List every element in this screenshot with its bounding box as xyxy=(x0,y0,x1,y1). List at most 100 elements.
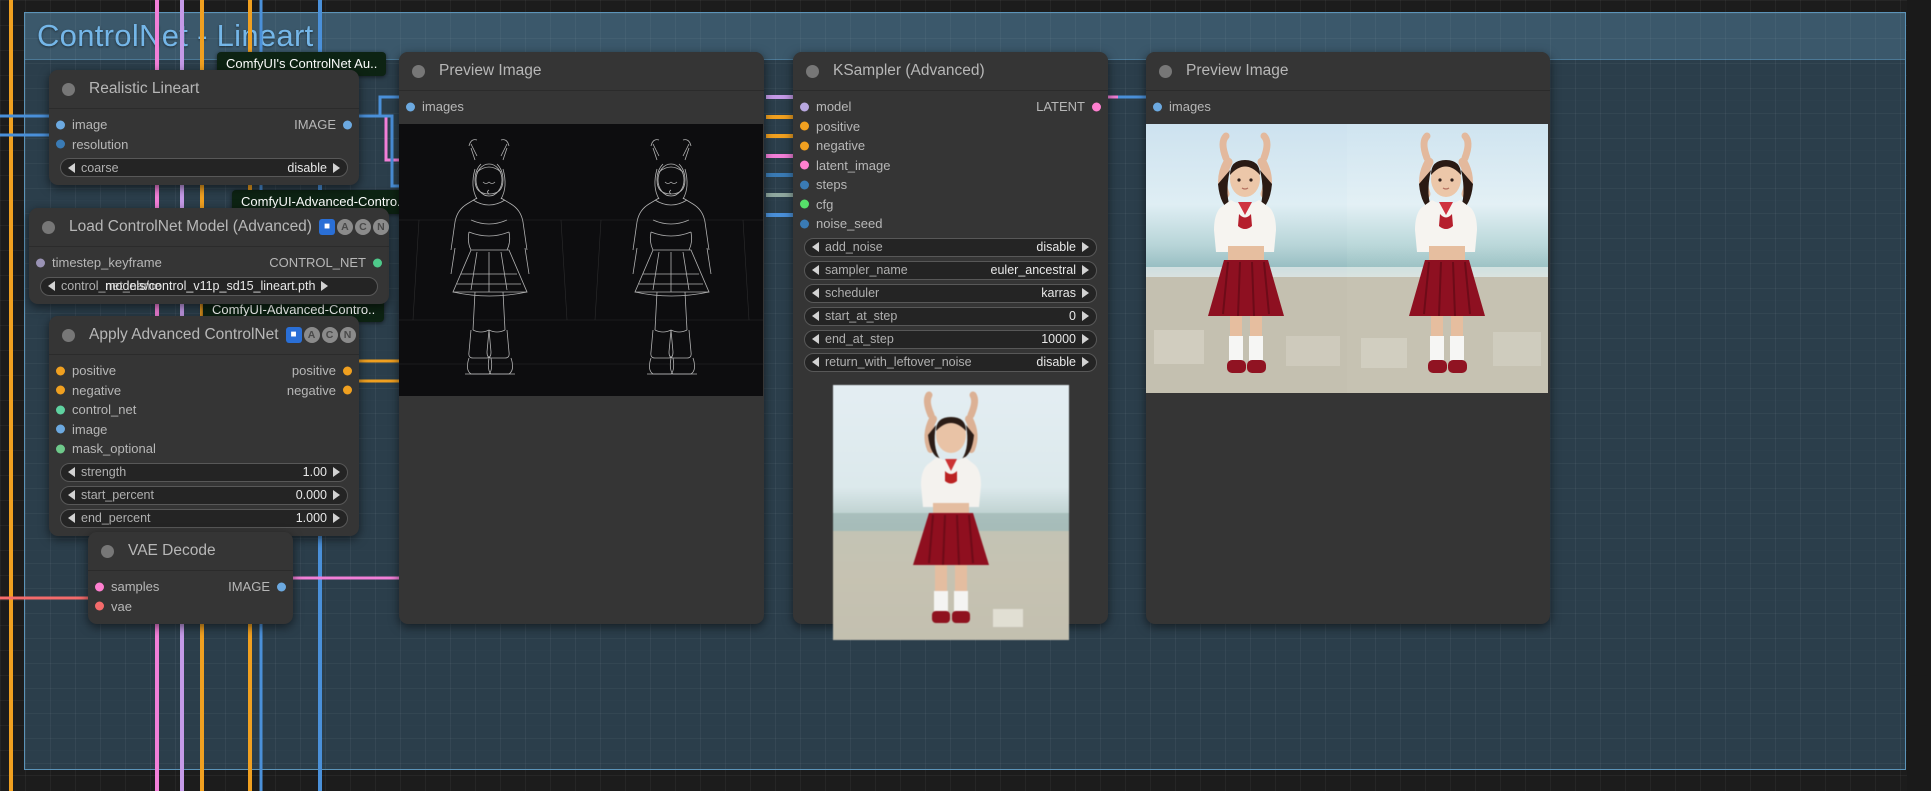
widget-end-percent[interactable]: end_percent 1.000 xyxy=(60,508,348,528)
slot-row[interactable]: resolution xyxy=(49,135,359,155)
graph-canvas[interactable]: ControlNet - Lineart ComfyUI's ControlNe… xyxy=(0,0,1931,791)
increment-arrow-icon[interactable] xyxy=(333,513,340,523)
slot-row[interactable]: steps xyxy=(793,175,1108,195)
input-port-icon[interactable] xyxy=(406,102,415,112)
decrement-arrow-icon[interactable] xyxy=(812,311,819,321)
preview-image-thumb[interactable] xyxy=(399,123,581,396)
collapse-icon[interactable] xyxy=(62,328,75,342)
node-header[interactable]: Load ControlNet Model (Advanced) ■ A C N xyxy=(29,208,389,247)
output-port-icon[interactable] xyxy=(343,385,352,395)
preview-image-strip[interactable] xyxy=(1146,123,1550,393)
increment-arrow-icon[interactable] xyxy=(1082,334,1089,344)
output-port-icon[interactable] xyxy=(1092,102,1101,112)
input-port-icon[interactable] xyxy=(56,405,65,415)
slot-row[interactable]: negative xyxy=(793,136,1108,156)
increment-arrow-icon[interactable] xyxy=(333,467,340,477)
collapse-icon[interactable] xyxy=(101,544,114,558)
node-realistic-lineart[interactable]: Realistic Lineart image IMAGE resolution… xyxy=(49,70,359,185)
widget-start-at-step[interactable]: start_at_step 0 xyxy=(804,306,1097,326)
input-port-icon[interactable] xyxy=(36,258,45,268)
input-port-icon[interactable] xyxy=(800,219,809,229)
collapse-icon[interactable] xyxy=(42,220,55,234)
slot-row[interactable]: images xyxy=(1146,97,1550,117)
widget-start-percent[interactable]: start_percent 0.000 xyxy=(60,485,348,505)
node-preview-image-result[interactable]: Preview Image images xyxy=(1146,52,1550,624)
preview-image-thumb[interactable] xyxy=(1146,123,1347,393)
input-port-icon[interactable] xyxy=(56,366,65,376)
input-port-icon[interactable] xyxy=(800,121,809,131)
decrement-arrow-icon[interactable] xyxy=(68,162,75,173)
input-port-icon[interactable] xyxy=(800,180,809,190)
increment-arrow-icon[interactable] xyxy=(1082,265,1089,275)
slot-row[interactable]: model LATENT xyxy=(793,97,1108,117)
output-port-icon[interactable] xyxy=(373,258,382,268)
node-vae-decode[interactable]: VAE Decode samples IMAGE vae xyxy=(88,532,293,624)
output-port-icon[interactable] xyxy=(343,366,352,376)
node-load-controlnet-model-advanced[interactable]: Load ControlNet Model (Advanced) ■ A C N… xyxy=(29,208,389,304)
decrement-arrow-icon[interactable] xyxy=(812,288,819,298)
input-port-icon[interactable] xyxy=(800,160,809,170)
slot-row[interactable]: mask_optional xyxy=(49,439,359,459)
slot-row[interactable]: samples IMAGE xyxy=(88,577,293,597)
widget-scheduler[interactable]: scheduler karras xyxy=(804,283,1097,303)
input-port-icon[interactable] xyxy=(95,582,104,592)
node-header[interactable]: Preview Image xyxy=(399,52,764,91)
increment-arrow-icon[interactable] xyxy=(1082,357,1089,367)
input-port-icon[interactable] xyxy=(56,424,65,434)
slot-row[interactable]: negative negative xyxy=(49,381,359,401)
decrement-arrow-icon[interactable] xyxy=(812,265,819,275)
collapse-icon[interactable] xyxy=(806,64,819,78)
increment-arrow-icon[interactable] xyxy=(333,162,340,173)
widget-coarse[interactable]: coarse disable xyxy=(60,158,348,177)
decrement-arrow-icon[interactable] xyxy=(68,513,75,523)
slot-row[interactable]: positive xyxy=(793,117,1108,137)
collapse-icon[interactable] xyxy=(1159,64,1172,78)
decrement-arrow-icon[interactable] xyxy=(48,281,55,291)
node-header[interactable]: Preview Image xyxy=(1146,52,1550,91)
input-port-icon[interactable] xyxy=(800,102,809,112)
input-port-icon[interactable] xyxy=(56,120,65,130)
input-port-icon[interactable] xyxy=(800,141,809,151)
node-apply-advanced-controlnet[interactable]: Apply Advanced ControlNet ■ A C N positi… xyxy=(49,316,359,536)
input-port-icon[interactable] xyxy=(56,444,65,454)
collapse-icon[interactable] xyxy=(412,64,425,78)
node-ksampler-advanced[interactable]: KSampler (Advanced) model LATENT positiv… xyxy=(793,52,1108,640)
decrement-arrow-icon[interactable] xyxy=(812,334,819,344)
slot-row[interactable]: image xyxy=(49,420,359,440)
input-port-icon[interactable] xyxy=(56,385,65,395)
slot-row[interactable]: noise_seed xyxy=(793,214,1108,234)
increment-arrow-icon[interactable] xyxy=(321,281,329,291)
widget-end-at-step[interactable]: end_at_step 10000 xyxy=(804,329,1097,349)
widget-sampler-name[interactable]: sampler_name euler_ancestral xyxy=(804,260,1097,280)
output-port-icon[interactable] xyxy=(277,582,286,592)
decrement-arrow-icon[interactable] xyxy=(68,467,75,477)
increment-arrow-icon[interactable] xyxy=(333,490,340,500)
preview-image-strip[interactable] xyxy=(399,123,764,396)
widget-add-noise[interactable]: add_noise disable xyxy=(804,237,1097,257)
input-port-icon[interactable] xyxy=(800,199,809,209)
preview-image-thumb[interactable] xyxy=(1347,123,1548,393)
decrement-arrow-icon[interactable] xyxy=(68,490,75,500)
increment-arrow-icon[interactable] xyxy=(1082,311,1089,321)
node-preview-image-lineart[interactable]: Preview Image images xyxy=(399,52,764,624)
preview-image-thumb[interactable] xyxy=(581,123,763,396)
slot-row[interactable]: vae xyxy=(88,597,293,617)
collapse-icon[interactable] xyxy=(62,82,75,96)
slot-row[interactable]: image IMAGE xyxy=(49,115,359,135)
widget-strength[interactable]: strength 1.00 xyxy=(60,462,348,482)
node-header[interactable]: VAE Decode xyxy=(88,532,293,571)
node-header[interactable]: KSampler (Advanced) xyxy=(793,52,1108,91)
widget-control-net-name[interactable]: control_net_name models/control_v11p_sd1… xyxy=(40,276,378,296)
input-port-icon[interactable] xyxy=(56,139,65,149)
widget-return-with-leftover-noise[interactable]: return_with_leftover_noise disable xyxy=(804,352,1097,372)
node-header[interactable]: Realistic Lineart xyxy=(49,70,359,109)
increment-arrow-icon[interactable] xyxy=(1082,242,1089,252)
increment-arrow-icon[interactable] xyxy=(1082,288,1089,298)
decrement-arrow-icon[interactable] xyxy=(812,242,819,252)
slot-row[interactable]: timestep_keyframe CONTROL_NET xyxy=(29,253,389,273)
output-port-icon[interactable] xyxy=(343,120,352,130)
slot-row[interactable]: cfg xyxy=(793,195,1108,215)
slot-row[interactable]: latent_image xyxy=(793,156,1108,176)
decrement-arrow-icon[interactable] xyxy=(812,357,819,367)
slot-row[interactable]: images xyxy=(399,97,764,117)
